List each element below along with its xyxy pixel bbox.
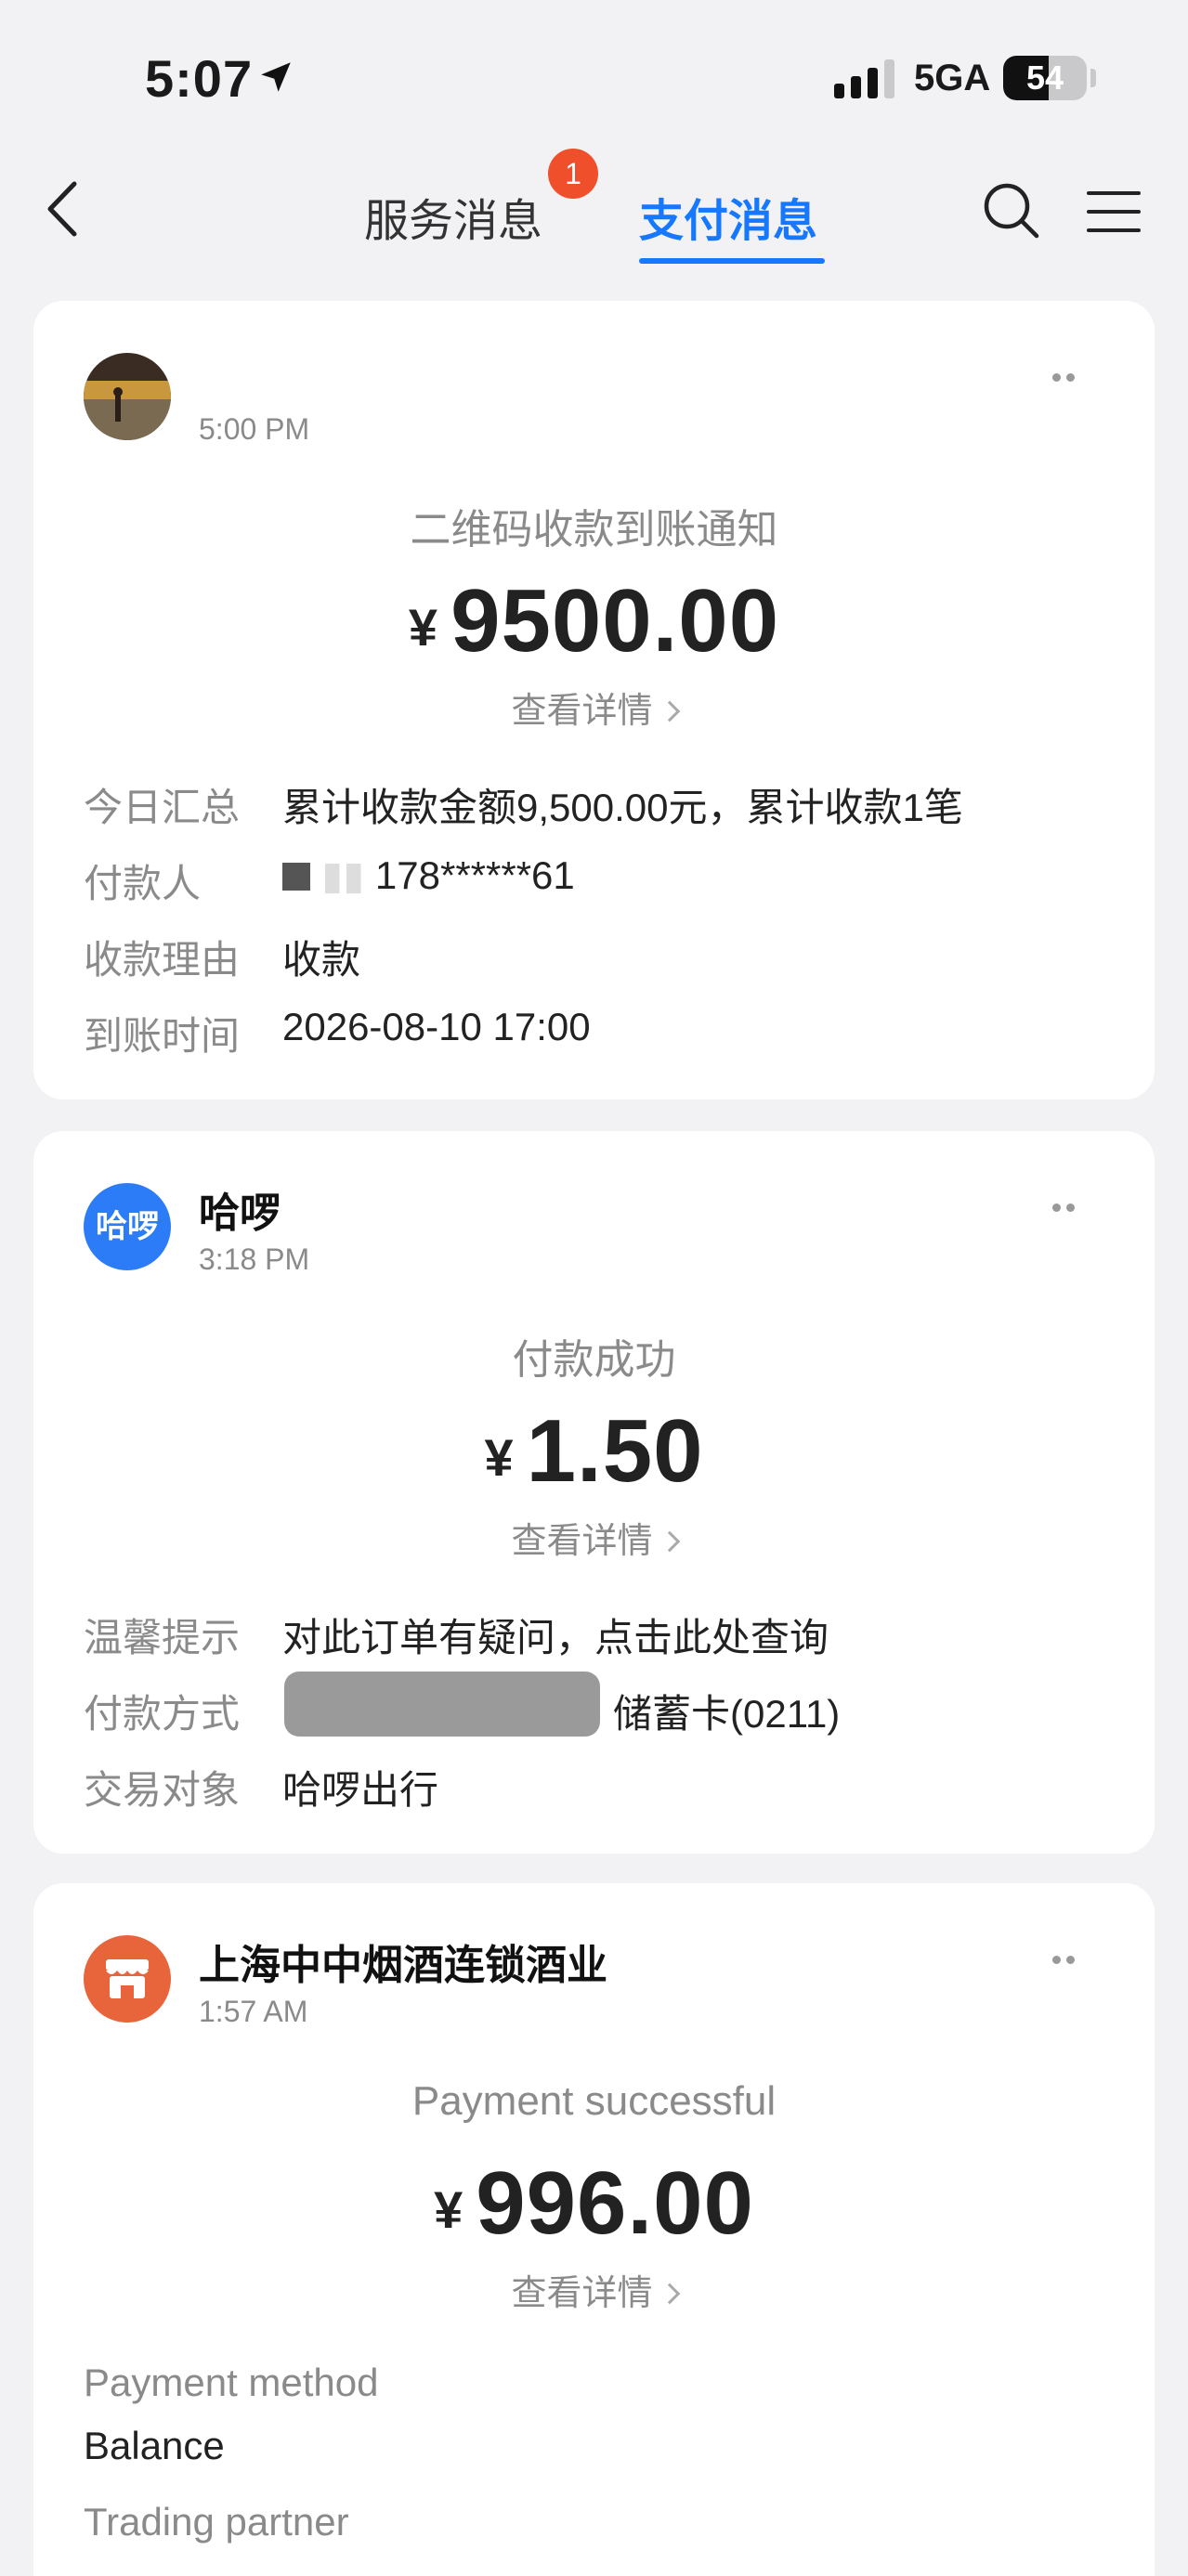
tab-payment-messages[interactable]: 支付消息 bbox=[639, 184, 817, 249]
info-label: 到账时间 bbox=[84, 1014, 241, 1058]
info-label: 温馨提示 bbox=[84, 1616, 241, 1659]
back-arrow-icon[interactable] bbox=[41, 176, 87, 241]
amount-value: 1.50 bbox=[526, 1401, 704, 1501]
view-details-link[interactable]: 查看详情 bbox=[33, 682, 1155, 733]
avatar bbox=[84, 353, 171, 440]
info-label: 付款人 bbox=[84, 862, 202, 905]
currency-symbol: ¥ bbox=[484, 1428, 514, 1487]
redacted-block bbox=[284, 1672, 600, 1737]
notice-title: 二维码收款到账通知 bbox=[410, 507, 778, 553]
redacted-block bbox=[282, 863, 310, 891]
amount-value: 996.00 bbox=[476, 2153, 754, 2253]
notice-title: 付款成功 bbox=[512, 1337, 676, 1383]
more-options-icon[interactable] bbox=[1052, 1200, 1080, 1212]
avatar-photo-icon bbox=[84, 353, 171, 440]
location-arrow-icon bbox=[261, 62, 291, 92]
info-label: 收款理由 bbox=[84, 938, 241, 982]
search-icon[interactable] bbox=[981, 180, 1040, 240]
info-label: 今日汇总 bbox=[84, 786, 241, 829]
chevron-right-icon bbox=[659, 1530, 680, 1553]
payer-number: 178******61 bbox=[374, 853, 575, 897]
chevron-right-icon bbox=[659, 700, 680, 722]
info-value: 哈啰出行 bbox=[282, 1768, 439, 1812]
notice-title: Payment successful bbox=[411, 2078, 777, 2124]
network-type: 5GA bbox=[914, 58, 991, 98]
view-details-label: 查看详情 bbox=[511, 1522, 653, 1561]
info-label: 交易对象 bbox=[84, 1768, 241, 1812]
view-details-label: 查看详情 bbox=[511, 692, 653, 731]
cellular-signal-icon bbox=[834, 59, 894, 98]
more-options-icon[interactable] bbox=[1052, 1952, 1080, 1964]
menu-icon[interactable] bbox=[1087, 189, 1141, 234]
message-card[interactable]: 上海中中烟酒连锁酒业 1:57 AM Payment successful ¥9… bbox=[33, 1883, 1155, 2576]
message-time: 3:18 PM bbox=[199, 1242, 310, 1276]
info-value: 累计收款金额9,500.00元，累计收款1笔 bbox=[282, 786, 963, 829]
message-card[interactable]: 5:00 PM 二维码收款到账通知 ¥9500.00 查看详情 今日汇总 累计收… bbox=[33, 301, 1155, 1099]
merchant-name: 上海中中烟酒连锁酒业 bbox=[199, 1943, 607, 1988]
status-time: 5:07 bbox=[145, 49, 254, 108]
avatar-text: 哈啰 bbox=[96, 1209, 159, 1244]
payer-value: ▮▮ 178******61 bbox=[282, 852, 575, 898]
message-time: 5:00 PM bbox=[199, 412, 310, 446]
unread-badge: 1 bbox=[548, 149, 598, 199]
avatar bbox=[84, 1935, 171, 2023]
battery-icon: 54 bbox=[1003, 56, 1087, 100]
info-value: 收款 bbox=[282, 938, 361, 982]
currency-symbol: ¥ bbox=[434, 2180, 463, 2239]
info-value: 2026-08-10 17:00 bbox=[282, 1005, 591, 1048]
nav-bar: 服务消息 1 支付消息 bbox=[0, 149, 1188, 279]
help-query-link[interactable]: 对此订单有疑问，点击此处查询 bbox=[282, 1607, 829, 1663]
amount-row: ¥996.00 bbox=[33, 2153, 1155, 2255]
amount-row: ¥9500.00 bbox=[33, 570, 1155, 672]
amount-value: 9500.00 bbox=[450, 571, 780, 670]
chevron-right-icon bbox=[659, 2283, 680, 2305]
merchant-name: 哈啰 bbox=[199, 1190, 281, 1236]
info-label: Payment method bbox=[84, 2361, 379, 2404]
view-details-link[interactable]: 查看详情 bbox=[33, 1512, 1155, 1563]
tab-service-messages[interactable]: 服务消息 bbox=[364, 184, 542, 249]
view-details-link[interactable]: 查看详情 bbox=[33, 2264, 1155, 2315]
avatar: 哈啰 bbox=[84, 1183, 171, 1270]
message-time: 1:57 AM bbox=[199, 1995, 308, 2028]
info-value: 储蓄卡(0211) bbox=[613, 1692, 841, 1736]
battery-level: 54 bbox=[1025, 59, 1064, 97]
status-bar: 5:07 5GA 54 bbox=[0, 0, 1188, 149]
info-label: Trading partner bbox=[84, 2500, 349, 2543]
amount-row: ¥1.50 bbox=[33, 1400, 1155, 1503]
info-label: 付款方式 bbox=[84, 1692, 241, 1736]
shop-icon bbox=[106, 1959, 149, 1998]
message-card[interactable]: 哈啰 哈啰 3:18 PM 付款成功 ¥1.50 查看详情 温馨提示 对此订单有… bbox=[33, 1131, 1155, 1854]
view-details-label: 查看详情 bbox=[511, 2274, 653, 2313]
currency-symbol: ¥ bbox=[408, 598, 438, 657]
battery-tip bbox=[1090, 69, 1096, 87]
active-tab-indicator bbox=[639, 258, 825, 264]
info-value: Balance bbox=[84, 2424, 225, 2467]
more-options-icon[interactable] bbox=[1052, 370, 1080, 382]
